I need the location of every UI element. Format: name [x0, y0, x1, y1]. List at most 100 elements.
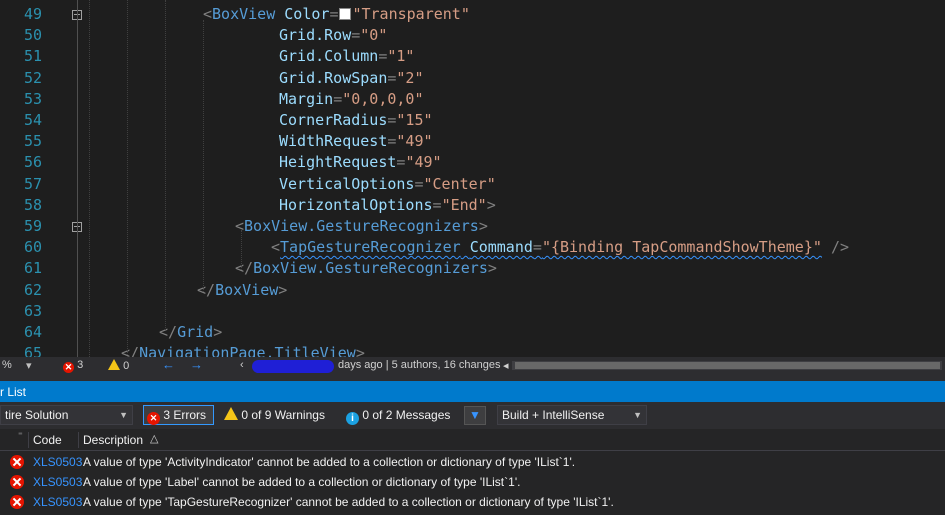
navigate-back-icon[interactable]: ←	[162, 357, 175, 372]
error-description: A value of type 'TapGestureRecognizer' c…	[83, 495, 614, 509]
indent-guide	[165, 0, 166, 330]
code-token: VerticalOptions	[279, 174, 415, 193]
editor-status-bar: % ▾ ✕ 3 0 ← → ‹ days ago | 5 authors, 16…	[0, 357, 945, 375]
error-row[interactable]: XLS0503 A value of type 'TapGestureRecogn…	[0, 492, 945, 512]
chevron-down-icon: ▼	[119, 410, 128, 420]
code-token: "1"	[387, 47, 415, 66]
scroll-left-icon[interactable]: ◂	[503, 359, 509, 372]
code-line[interactable]: </BoxView.GestureRecognizers>	[235, 258, 497, 279]
code-line[interactable]: Grid.Column="1"	[279, 46, 414, 67]
code-token: "{Binding TapCommandShowTheme}"	[541, 238, 822, 257]
error-list-toolbar: tire Solution ▼ ✕ 3 Errors 0 of 9 Warnin…	[0, 402, 945, 429]
zoom-dropdown-icon[interactable]: ▾	[26, 359, 32, 372]
error-count-indicator[interactable]: ✕ 3	[63, 359, 83, 373]
code-token: =	[329, 5, 339, 23]
code-editor[interactable]: 49 50 51 52 53 54 55 56 57 58 59 60 61 62 63 64 65 <BoxV…	[0, 0, 945, 357]
build-source-value: Build + IntelliSense	[502, 408, 605, 422]
code-token: BoxView.GestureRecognizers	[253, 259, 488, 278]
sort-ascending-icon[interactable]: △	[150, 432, 158, 445]
code-token: <	[271, 238, 281, 257]
code-token: Grid	[177, 323, 214, 341]
scope-value: tire Solution	[5, 408, 69, 422]
error-icon	[10, 475, 24, 489]
code-token: BoxView.GestureRecognizers	[244, 217, 479, 235]
code-line[interactable]: Margin="0,0,0,0"	[279, 89, 424, 110]
scope-dropdown[interactable]: tire Solution ▼	[0, 405, 133, 425]
code-line[interactable]: <BoxView.GestureRecognizers>	[235, 216, 488, 237]
color-swatch-icon	[339, 8, 352, 20]
indent-guide	[127, 0, 128, 357]
messages-filter-label: 0 of 2 Messages	[362, 408, 451, 422]
code-line[interactable]: </BoxView>	[197, 280, 287, 301]
line-number: 55	[23, 132, 42, 151]
column-code[interactable]: Code	[33, 433, 62, 447]
outlining-margin	[77, 0, 78, 357]
code-token: >	[213, 323, 223, 341]
indent-guide	[89, 0, 90, 357]
error-list-title-bar: r List	[0, 381, 945, 402]
code-token: Grid.Row	[279, 26, 352, 45]
column-filter-icon[interactable]: ⁼	[18, 430, 23, 441]
code-token: "Transparent"	[352, 5, 470, 23]
errors-filter-button[interactable]: ✕ 3 Errors	[143, 405, 214, 425]
code-token: WidthRequest	[279, 132, 388, 151]
code-token: =	[333, 89, 343, 108]
code-line[interactable]: Grid.Row="0"	[279, 25, 387, 46]
line-number: 65	[23, 344, 42, 357]
code-line[interactable]: HorizontalOptions="End">	[279, 195, 496, 216]
code-line[interactable]: HeightRequest="49"	[279, 152, 442, 173]
error-row[interactable]: XLS0503 A value of type 'ActivityIndicato…	[0, 452, 945, 472]
code-token: </	[235, 259, 254, 278]
error-row[interactable]: XLS0503 A value of type 'Label' cannot be…	[0, 472, 945, 492]
zoom-level[interactable]: %	[2, 359, 12, 371]
code-token: TapGestureRecognizer	[280, 238, 461, 257]
errors-filter-label: 3 Errors	[163, 408, 207, 422]
code-token: "End"	[441, 195, 487, 214]
line-number: 60	[23, 238, 42, 257]
code-token: "49"	[405, 153, 442, 172]
error-count: 3	[77, 359, 84, 371]
navigate-forward-icon[interactable]: →	[190, 357, 203, 372]
code-line[interactable]: WidthRequest="49"	[279, 131, 433, 152]
warning-count-indicator[interactable]: 0	[108, 359, 129, 372]
code-line[interactable]: Grid.RowSpan="2"	[279, 68, 424, 89]
code-line[interactable]: </Grid>	[159, 322, 222, 343]
code-token: >	[355, 344, 365, 357]
messages-filter-button[interactable]: i 0 of 2 Messages	[346, 405, 450, 425]
warnings-filter-button[interactable]: 0 of 9 Warnings	[224, 405, 325, 425]
horizontal-scrollbar[interactable]	[512, 361, 942, 370]
error-code-link[interactable]: XLS0503	[33, 472, 82, 492]
line-number: 56	[23, 153, 42, 172]
code-token: "0,0,0,0"	[342, 89, 424, 108]
build-source-dropdown[interactable]: Build + IntelliSense ▼	[497, 405, 647, 425]
codelens-info[interactable]: days ago | 5 authors, 16 changes	[338, 359, 500, 371]
code-line[interactable]: <BoxView Color= "Transparent"	[203, 4, 470, 25]
code-token: <	[203, 5, 213, 23]
filter-icon[interactable]: ▼	[464, 406, 486, 425]
error-code-link[interactable]: XLS0503	[33, 492, 82, 512]
line-number: 57	[23, 174, 42, 193]
code-token: "2"	[396, 68, 424, 87]
error-code-link[interactable]: XLS0503	[33, 452, 82, 472]
line-number: 50	[23, 26, 42, 45]
code-line[interactable]: </NavigationPage.TitleView>	[121, 343, 365, 357]
code-line[interactable]: VerticalOptions="Center"	[279, 174, 496, 195]
line-number: 53	[23, 89, 42, 108]
column-divider[interactable]	[28, 432, 29, 448]
code-token: BoxView	[212, 5, 276, 23]
code-line[interactable]: CornerRadius="15"	[279, 110, 433, 131]
indent-guide	[203, 20, 204, 292]
line-number: 59	[23, 217, 42, 235]
code-token: >	[486, 195, 496, 214]
code-token: "Center"	[423, 174, 496, 193]
info-icon: i	[346, 412, 359, 425]
column-description[interactable]: Description	[83, 433, 143, 447]
code-token: CornerRadius	[279, 111, 388, 129]
column-divider[interactable]	[78, 432, 79, 448]
code-token: Color	[284, 5, 330, 23]
code-token: Margin	[279, 89, 334, 108]
code-line[interactable]: <TapGestureRecognizer Command="{Binding …	[271, 237, 849, 258]
scrollbar-thumb[interactable]	[515, 362, 940, 369]
